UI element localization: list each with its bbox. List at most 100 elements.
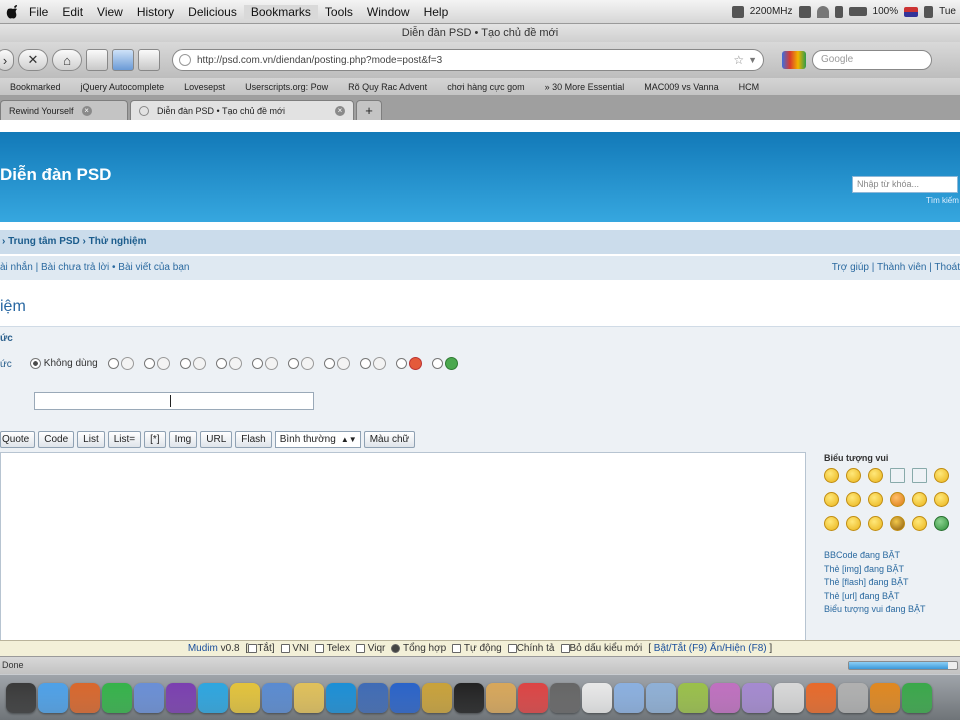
sidebar-button[interactable] [112, 49, 134, 71]
site-title[interactable]: Diễn đàn PSD [0, 165, 111, 185]
subject-input[interactable] [34, 392, 314, 410]
smiley-icon[interactable] [868, 468, 883, 483]
close-tab-icon[interactable]: × [335, 105, 345, 116]
message-textarea[interactable] [0, 452, 806, 640]
dock-app-icon[interactable] [358, 682, 388, 713]
ime-mode-telex[interactable]: Telex [315, 641, 350, 656]
post-icon-option[interactable] [359, 357, 386, 370]
list-item-button[interactable]: [*] [144, 431, 166, 448]
radio-icon[interactable] [251, 358, 263, 369]
bookmark-star-icon[interactable]: ☆ [733, 53, 744, 67]
bookmark-item[interactable]: chơi hàng cực gom [437, 82, 534, 92]
smiley-placeholder-icon[interactable] [890, 468, 905, 483]
dock-app-icon[interactable] [870, 682, 900, 713]
subnav-right-links[interactable]: Trợ giúp | Thành viên | Thoát [832, 256, 960, 280]
smiley-icon[interactable] [846, 468, 861, 483]
url-status-link[interactable]: Thẻ [url] đang BẬT [824, 590, 960, 604]
apple-icon[interactable] [2, 4, 22, 19]
post-icon-option[interactable] [179, 357, 206, 370]
bluetooth-icon[interactable] [834, 5, 843, 18]
menu-window[interactable]: Window [360, 5, 417, 19]
smiley-icon[interactable] [934, 492, 949, 507]
breadcrumb[interactable]: › Trung tâm PSD › Thử nghiệm [0, 230, 960, 254]
smiley-icon[interactable] [934, 468, 949, 483]
radio-icon[interactable] [287, 358, 299, 369]
radio-selected-icon[interactable] [391, 643, 401, 653]
radio-icon[interactable] [323, 358, 335, 369]
smiley-icon[interactable] [890, 492, 905, 507]
tab-rewind[interactable]: Rewind Yourself × [0, 100, 128, 120]
subnav-left-links[interactable]: ài nhắn | Bài chưa trả lời • Bài viết củ… [0, 262, 189, 273]
ime-mode-viqr[interactable]: Viqr [355, 641, 385, 656]
ime-mode-vni[interactable]: VNI [280, 641, 309, 656]
radio-icon[interactable] [179, 358, 191, 369]
img-status-link[interactable]: Thẻ [img] đang BẬT [824, 563, 960, 577]
flag-icon[interactable] [904, 6, 919, 17]
bookmark-item[interactable]: HCM [729, 82, 770, 92]
close-tab-icon[interactable]: × [81, 105, 92, 116]
site-search-input[interactable]: Nhập từ khóa... [852, 176, 958, 193]
font-color-button[interactable]: Màu chữ [363, 431, 416, 448]
battery-icon[interactable] [848, 7, 867, 16]
dock-app-icon[interactable] [678, 682, 708, 713]
menu-view[interactable]: View [90, 5, 130, 19]
tab-current[interactable]: Diễn đàn PSD • Tạo chủ đề mới × [130, 100, 354, 120]
dock-app-icon[interactable] [38, 682, 68, 713]
dock-app-icon[interactable] [454, 682, 484, 713]
clock[interactable]: Tue [939, 6, 956, 17]
dock-app-icon[interactable] [774, 682, 804, 713]
bookmark-item[interactable]: Lovesepst [174, 82, 235, 92]
image-button[interactable]: Img [168, 431, 198, 448]
dock-app-icon[interactable] [262, 682, 292, 713]
no-icon-option[interactable]: Không dùng [30, 357, 98, 369]
volume-icon[interactable] [924, 5, 934, 18]
smiley-icon[interactable] [912, 492, 927, 507]
stop-button[interactable]: ✕ [18, 49, 48, 71]
dock-app-icon[interactable] [70, 682, 100, 713]
ime-mode-off[interactable]: [Tắt] [246, 641, 275, 656]
radio-icon[interactable] [248, 643, 258, 653]
checkbox-icon[interactable] [507, 643, 517, 653]
dock-app-icon[interactable] [134, 682, 164, 713]
menu-bookmarks[interactable]: Bookmarks [243, 4, 318, 19]
dock-app-icon[interactable] [838, 682, 868, 713]
radio-icon[interactable] [30, 357, 41, 369]
smiley-icon[interactable] [890, 516, 905, 531]
menu-file[interactable]: File [22, 5, 55, 19]
smiley-icon[interactable] [868, 492, 883, 507]
radio-icon[interactable] [107, 358, 119, 369]
radio-icon[interactable] [315, 643, 325, 653]
dock-app-icon[interactable] [198, 682, 228, 713]
smiley-icon[interactable] [824, 516, 839, 531]
dock-app-icon[interactable] [710, 682, 740, 713]
url-button[interactable]: URL [200, 431, 233, 448]
post-icon-option[interactable] [323, 357, 350, 370]
screenshot-button[interactable] [86, 49, 108, 71]
smiley-icon[interactable] [824, 492, 839, 507]
wifi-icon[interactable] [816, 5, 829, 18]
search-input[interactable]: Google [812, 50, 932, 70]
post-icon-option[interactable] [395, 357, 422, 370]
dock-app-icon[interactable] [550, 682, 580, 713]
smiley-placeholder-icon[interactable] [912, 468, 927, 483]
radio-icon[interactable] [431, 358, 443, 369]
ime-mode-auto[interactable]: Tự động [452, 641, 502, 656]
dock-app-icon[interactable] [390, 682, 420, 713]
smiley-icon[interactable] [912, 516, 927, 531]
ordered-list-button[interactable]: List= [107, 431, 142, 448]
checkbox-icon[interactable] [560, 643, 570, 653]
smiley-icon[interactable] [824, 468, 839, 483]
bookmark-item[interactable]: MAC009 vs Vanna [634, 82, 728, 92]
post-icon-option[interactable] [107, 357, 134, 370]
forward-button[interactable]: › [0, 49, 14, 71]
ime-mode-combined[interactable]: Tổng hợp [391, 641, 446, 656]
menu-delicious[interactable]: Delicious [181, 5, 244, 19]
dock-app-icon[interactable] [166, 682, 196, 713]
radio-icon[interactable] [355, 643, 365, 653]
code-button[interactable]: Code [38, 431, 75, 448]
site-search-link[interactable]: Tìm kiếm [926, 196, 959, 205]
post-icon-option[interactable] [431, 357, 458, 370]
dock-app-icon[interactable] [582, 682, 612, 713]
smiley-icon[interactable] [868, 516, 883, 531]
chevron-down-icon[interactable]: ▼ [748, 55, 757, 65]
